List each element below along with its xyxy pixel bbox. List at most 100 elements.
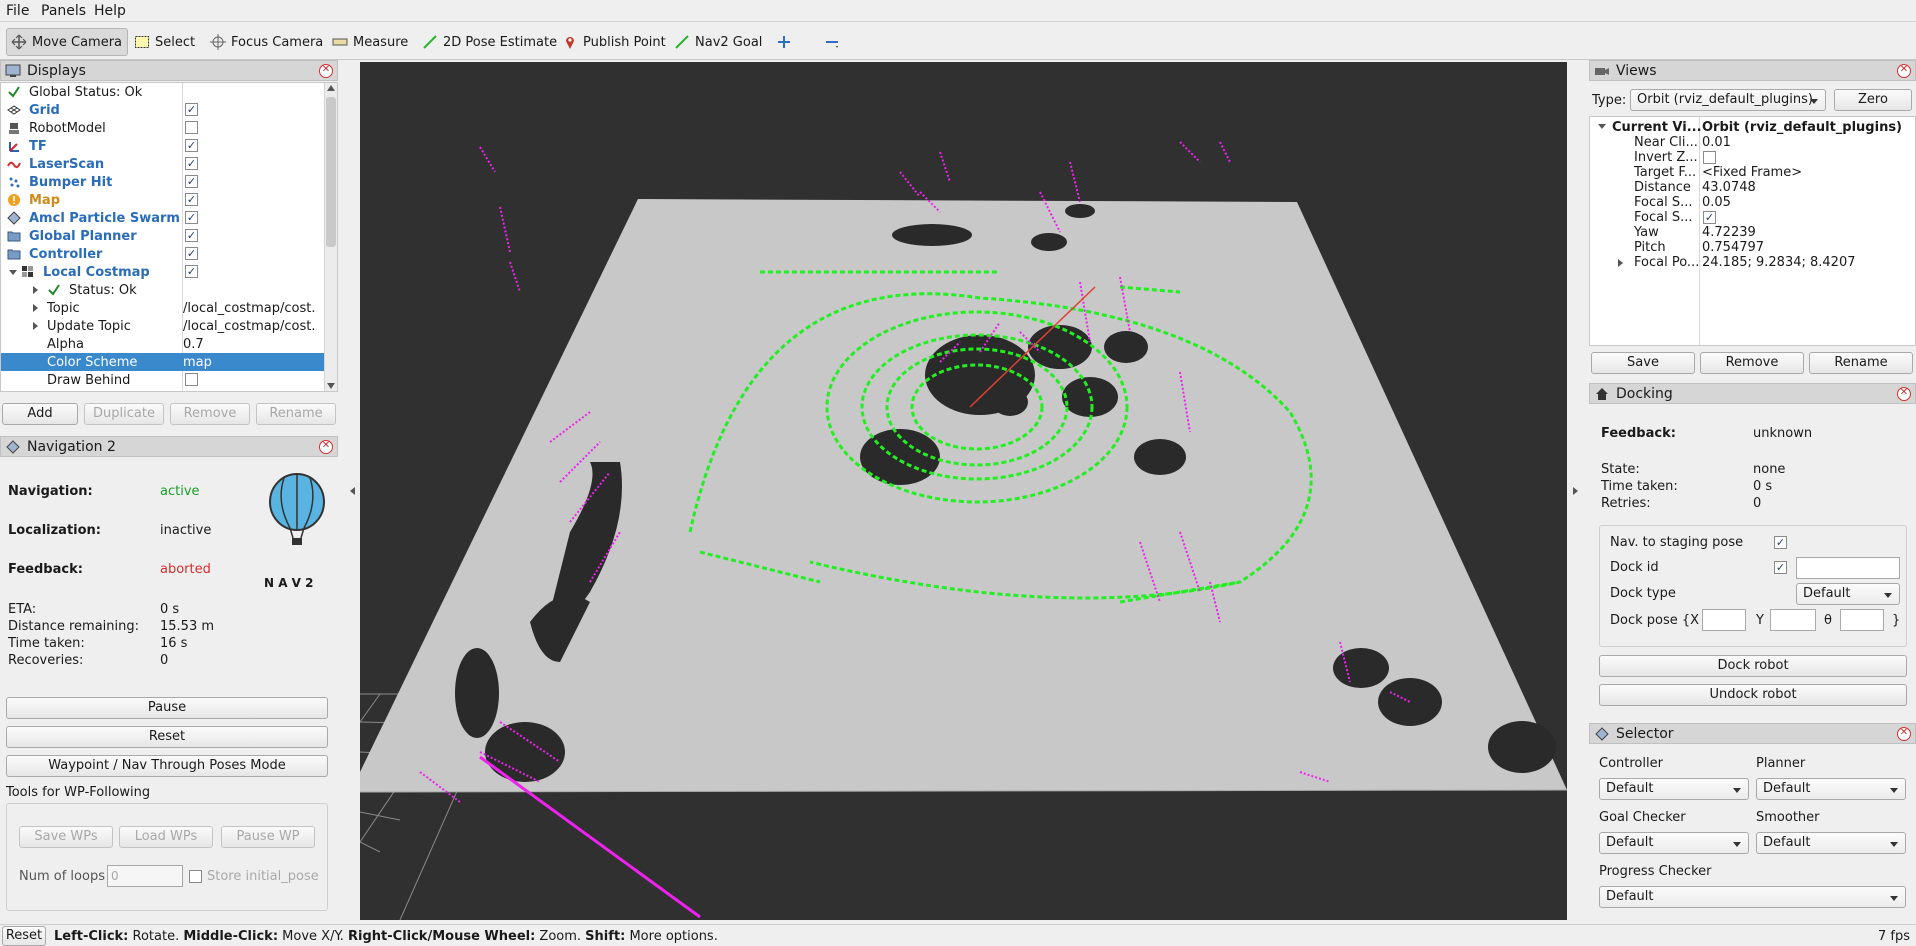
- expand-arrow-icon[interactable]: [33, 322, 38, 330]
- tool-2d-pose-estimate[interactable]: 2D Pose Estimate: [418, 28, 561, 56]
- expand-arrow-icon[interactable]: [9, 270, 17, 275]
- close-icon[interactable]: ✕: [319, 64, 333, 78]
- display-enabled-checkbox[interactable]: ✓: [185, 211, 198, 224]
- save-view-button[interactable]: Save: [1591, 352, 1695, 374]
- reset-nav-button[interactable]: Reset: [6, 726, 328, 748]
- view-property-row[interactable]: Focal Po... 24.185; 9.2834; 8.4207: [1590, 255, 1915, 270]
- tool-move-camera[interactable]: Move Camera: [6, 28, 128, 56]
- view-property-row[interactable]: Invert Z...: [1590, 150, 1915, 165]
- display-property-row[interactable]: Status: Ok: [1, 281, 337, 299]
- duplicate-display-button[interactable]: Duplicate: [84, 403, 164, 425]
- focal-shape-checkbox[interactable]: ✓: [1703, 211, 1716, 224]
- expand-arrow-icon[interactable]: [33, 304, 38, 312]
- close-icon[interactable]: ✕: [1897, 64, 1911, 78]
- view-type-select[interactable]: Orbit (rviz_default_plugins): [1630, 89, 1826, 111]
- dock-id-checkbox[interactable]: ✓: [1774, 561, 1787, 574]
- close-icon[interactable]: ✕: [1897, 387, 1911, 401]
- view-property-value[interactable]: <Fixed Frame>: [1702, 165, 1802, 180]
- view-property-row[interactable]: Focal S... ✓: [1590, 210, 1915, 225]
- goal-checker-select[interactable]: Default: [1599, 832, 1749, 854]
- zero-button[interactable]: Zero: [1834, 89, 1912, 111]
- rename-view-button[interactable]: Rename: [1809, 352, 1913, 374]
- property-value[interactable]: 0.7: [183, 337, 317, 352]
- dock-robot-button[interactable]: Dock robot: [1599, 655, 1907, 677]
- store-initial-checkbox[interactable]: [189, 870, 202, 883]
- tool-focus-camera[interactable]: Focus Camera: [206, 28, 327, 56]
- dock-id-input[interactable]: [1796, 557, 1900, 579]
- pause-button[interactable]: Pause: [6, 697, 328, 719]
- display-item[interactable]: Grid ✓: [1, 101, 337, 119]
- add-display-button[interactable]: Add: [2, 403, 78, 425]
- display-enabled-checkbox[interactable]: ✓: [185, 193, 198, 206]
- tool-nav2-goal[interactable]: Nav2 Goal: [670, 28, 766, 56]
- display-property-row[interactable]: Color Scheme map: [1, 353, 337, 371]
- display-enabled-checkbox[interactable]: ✓: [185, 139, 198, 152]
- property-value[interactable]: map: [183, 355, 317, 370]
- add-tool-button[interactable]: [772, 28, 796, 56]
- property-value[interactable]: /local_costmap/cost...: [183, 301, 317, 316]
- left-dock-collapse-icon[interactable]: [350, 487, 355, 495]
- display-enabled-checkbox[interactable]: ✓: [185, 157, 198, 170]
- display-item[interactable]: Local Costmap ✓: [1, 263, 337, 281]
- waypoint-mode-button[interactable]: Waypoint / Nav Through Poses Mode: [6, 755, 328, 777]
- view-property-row[interactable]: Pitch 0.754797: [1590, 240, 1915, 255]
- expand-arrow-icon[interactable]: [33, 286, 38, 294]
- render-viewport[interactable]: [360, 62, 1567, 920]
- close-icon[interactable]: ✕: [319, 440, 333, 454]
- display-property-row[interactable]: Update Topic/local_costmap/cost...: [1, 317, 337, 335]
- view-property-row[interactable]: Target F... <Fixed Frame>: [1590, 165, 1915, 180]
- display-item[interactable]: RobotModel: [1, 119, 337, 137]
- tool-publish-point[interactable]: Publish Point: [558, 28, 670, 56]
- reset-time-button[interactable]: Reset: [2, 926, 46, 946]
- smoother-select[interactable]: Default: [1756, 832, 1906, 854]
- menu-panels[interactable]: Panels: [41, 3, 86, 19]
- display-property-row[interactable]: Topic/local_costmap/cost...: [1, 299, 337, 317]
- display-enabled-checkbox[interactable]: ✓: [185, 229, 198, 242]
- display-enabled-checkbox[interactable]: ✓: [185, 103, 198, 116]
- remove-view-button[interactable]: Remove: [1700, 352, 1804, 374]
- display-property-row[interactable]: Draw Behind: [1, 371, 337, 389]
- pause-wp-button[interactable]: Pause WP: [221, 826, 315, 848]
- remove-display-button[interactable]: Remove: [170, 403, 250, 425]
- dock-type-select[interactable]: Default: [1796, 583, 1900, 605]
- view-property-row[interactable]: Near Cli... 0.01: [1590, 135, 1915, 150]
- display-enabled-checkbox[interactable]: ✓: [185, 247, 198, 260]
- tool-select[interactable]: Select: [130, 28, 199, 56]
- display-enabled-checkbox[interactable]: [185, 121, 198, 134]
- display-item[interactable]: Global Status: Ok: [1, 83, 337, 101]
- right-dock-collapse-icon[interactable]: [1573, 487, 1578, 495]
- dock-pose-y-input[interactable]: [1770, 609, 1816, 631]
- display-item[interactable]: Global Planner ✓: [1, 227, 337, 245]
- loops-input[interactable]: 0: [107, 865, 183, 887]
- draw-behind-checkbox[interactable]: [185, 373, 198, 386]
- save-wps-button[interactable]: Save WPs: [19, 826, 113, 848]
- display-property-row[interactable]: Alpha 0.7: [1, 335, 337, 353]
- display-item[interactable]: LaserScan ✓: [1, 155, 337, 173]
- view-property-value[interactable]: 43.0748: [1702, 180, 1756, 195]
- undock-robot-button[interactable]: Undock robot: [1599, 684, 1907, 706]
- property-value[interactable]: /local_costmap/cost...: [183, 319, 317, 334]
- controller-select[interactable]: Default: [1599, 778, 1749, 800]
- progress-checker-select[interactable]: Default: [1599, 886, 1906, 908]
- view-property-value[interactable]: 4.72239: [1702, 225, 1756, 240]
- tool-measure[interactable]: Measure: [328, 28, 412, 56]
- view-property-value[interactable]: 0.01: [1702, 135, 1731, 150]
- remove-tool-button[interactable]: [820, 28, 844, 56]
- view-property-row[interactable]: Yaw 4.72239: [1590, 225, 1915, 240]
- view-property-value[interactable]: 0.754797: [1702, 240, 1764, 255]
- displays-scrollbar[interactable]: [324, 83, 337, 391]
- display-enabled-checkbox[interactable]: ✓: [185, 265, 198, 278]
- view-property-value[interactable]: 24.185; 9.2834; 8.4207: [1702, 255, 1856, 270]
- display-item[interactable]: TF ✓: [1, 137, 337, 155]
- close-icon[interactable]: ✕: [1897, 727, 1911, 741]
- menu-file[interactable]: File: [6, 3, 29, 19]
- expand-arrow-icon[interactable]: [1618, 259, 1623, 267]
- view-property-row[interactable]: Focal S... 0.05: [1590, 195, 1915, 210]
- planner-select[interactable]: Default: [1756, 778, 1906, 800]
- display-item[interactable]: Bumper Hit ✓: [1, 173, 337, 191]
- display-enabled-checkbox[interactable]: ✓: [185, 175, 198, 188]
- invert-z-checkbox[interactable]: [1703, 151, 1716, 164]
- menu-help[interactable]: Help: [94, 3, 126, 19]
- collapse-arrow-icon[interactable]: [1598, 124, 1606, 129]
- view-property-value[interactable]: 0.05: [1702, 195, 1731, 210]
